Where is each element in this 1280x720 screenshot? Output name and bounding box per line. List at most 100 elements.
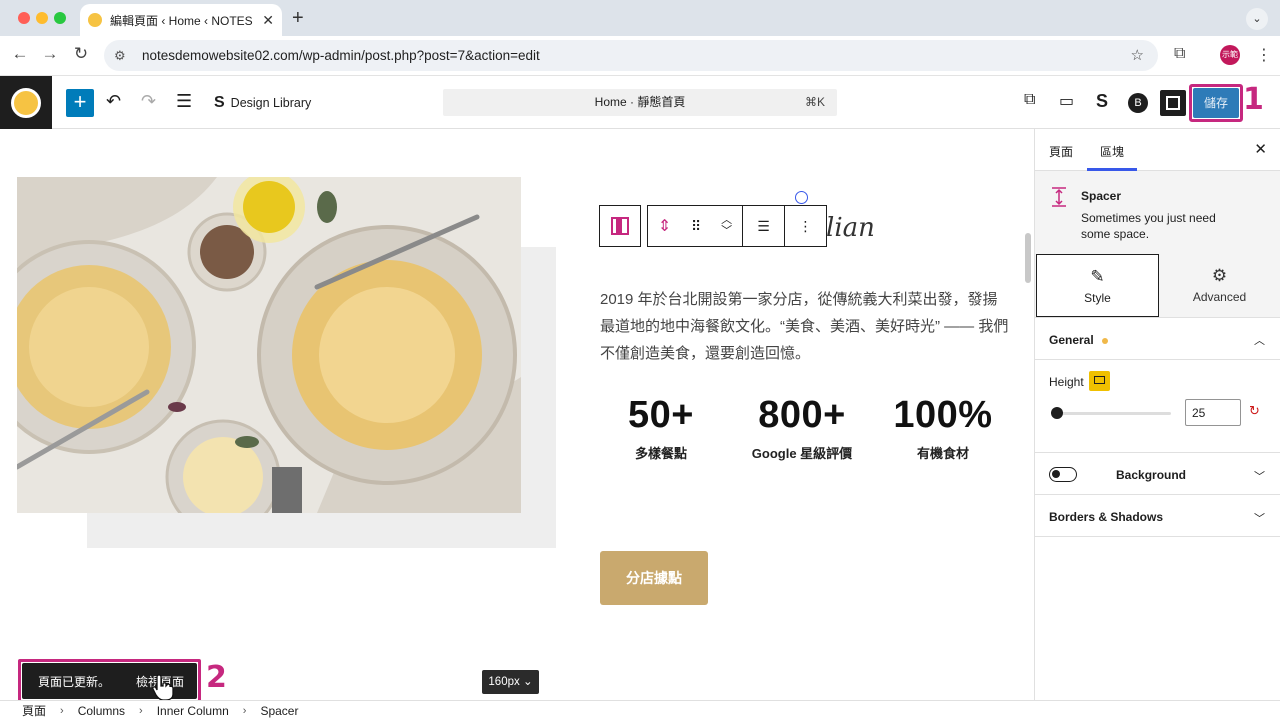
undo-icon[interactable]: ↶ xyxy=(106,91,121,112)
back-arrow-icon[interactable]: ← xyxy=(8,44,32,64)
stackable-settings-icon[interactable]: S xyxy=(1096,91,1108,112)
height-input[interactable] xyxy=(1185,399,1241,426)
height-slider-track[interactable] xyxy=(1055,412,1171,415)
block-align-button[interactable]: ☰ xyxy=(742,205,785,247)
spacer-block-icon xyxy=(1052,187,1066,207)
tab-advanced-label: Advanced xyxy=(1192,290,1247,304)
site-logo-button[interactable] xyxy=(0,76,52,129)
intro-paragraph[interactable]: 2019 年於台北開設第一家分店，從傳統義大利菜出發，發揚最道地的地中海餐飲文化… xyxy=(600,286,1010,367)
tab-block[interactable]: 區塊 xyxy=(1100,143,1124,160)
tab-style[interactable]: ✎ Style xyxy=(1036,254,1159,317)
canvas-scrollbar[interactable] xyxy=(1025,233,1031,283)
background-toggle[interactable] xyxy=(1049,467,1077,482)
breadcrumb-item[interactable]: Columns xyxy=(78,704,125,718)
tab-advanced[interactable]: ⚙ Advanced xyxy=(1158,254,1280,318)
hand-cursor-icon xyxy=(152,674,174,700)
chevron-right-icon: › xyxy=(242,704,247,717)
stat-dishes[interactable]: 50+ 多樣餐點 xyxy=(581,394,741,462)
more-options-icon: ⋮ xyxy=(798,217,813,234)
breadcrumb-item[interactable]: 頁面 xyxy=(22,702,46,719)
gear-icon: ⚙ xyxy=(1211,266,1228,285)
borders-panel-label: Borders & Shadows xyxy=(1049,510,1164,524)
borders-panel-header[interactable]: Borders & Shadows ﹀ xyxy=(1035,495,1280,537)
block-card: Spacer Sometimes you just need some spac… xyxy=(1035,171,1280,254)
extensions-icon[interactable]: ⧉ xyxy=(1174,45,1185,63)
breadcrumb-item[interactable]: Inner Column xyxy=(157,704,229,718)
block-options-button[interactable]: ⋮ xyxy=(784,205,827,247)
stackable-logo-icon: S xyxy=(214,94,225,111)
new-tab-icon[interactable]: + xyxy=(292,7,304,30)
editor-top-bar: + ↶ ↷ ☰ S Design Library Home · 靜態首頁 ⌘K … xyxy=(0,76,1280,129)
sidebar-tabs: 頁面 區塊 ✕ xyxy=(1035,129,1280,171)
document-title: Home · 靜態首頁 xyxy=(594,95,686,109)
blocksy-icon[interactable]: B xyxy=(1128,93,1148,113)
background-panel-label: Background xyxy=(1116,468,1187,482)
tab-style-label: Style xyxy=(1084,291,1111,305)
pasta-photo[interactable] xyxy=(17,177,521,513)
close-window-button[interactable] xyxy=(18,12,30,24)
minimize-window-button[interactable] xyxy=(36,12,48,24)
block-description: Sometimes you just need some space. xyxy=(1081,211,1216,241)
browser-tab-strip: 編輯頁面 ‹ Home ‹ NOTES Ital ✕ + ⌄ xyxy=(0,0,1280,36)
drag-handle-icon[interactable]: ⠿ xyxy=(691,218,701,235)
redo-icon[interactable]: ↷ xyxy=(141,91,156,112)
block-inserter-button[interactable]: + xyxy=(66,89,94,117)
spacer-size-chip[interactable]: 160px ⌄ xyxy=(482,670,539,694)
chevron-down-icon: ﹀ xyxy=(1254,513,1265,525)
bookmark-star-icon[interactable]: ☆ xyxy=(1131,46,1144,64)
block-breadcrumb: 頁面 › Columns › Inner Column › Spacer xyxy=(0,700,1280,720)
close-sidebar-icon[interactable]: ✕ xyxy=(1254,140,1267,158)
close-tab-icon[interactable]: ✕ xyxy=(262,12,274,29)
responsive-device-icon[interactable] xyxy=(1089,371,1110,391)
reset-icon[interactable]: ↻ xyxy=(1249,403,1260,419)
breadcrumb-item[interactable]: Spacer xyxy=(260,704,298,718)
move-up-down-icon[interactable]: ︿ ﹀ xyxy=(721,215,732,237)
spacer-block-icon[interactable]: ⇕ xyxy=(658,216,671,236)
site-favicon-icon xyxy=(88,13,102,27)
height-label: Height xyxy=(1049,375,1084,389)
settings-sidebar-toggle-icon[interactable] xyxy=(1160,90,1186,116)
editor-canvas[interactable]: ⇕ ⠿ ︿ ﹀ ☰ ⋮ lian 2019 年於台北開設第一家分店，從傳統義大利菜… xyxy=(0,129,1022,700)
stat-label: 有機食材 xyxy=(916,446,969,461)
site-settings-icon[interactable]: ⚙ xyxy=(114,48,130,64)
design-library-button[interactable]: S Design Library xyxy=(214,94,311,112)
annotation-badge-1: 1 xyxy=(1243,82,1264,117)
general-panel-header[interactable]: General ︿ xyxy=(1035,318,1280,360)
stat-label: 多樣餐點 xyxy=(634,446,687,461)
stat-organic[interactable]: 100% 有機食材 xyxy=(863,394,1022,462)
stat-number: 50+ xyxy=(628,394,694,436)
chevron-down-icon: ﹀ xyxy=(1254,471,1265,483)
tab-search-chevron-icon[interactable]: ⌄ xyxy=(1246,8,1268,30)
branch-locations-button[interactable]: 分店據點 xyxy=(600,551,708,605)
chevron-down-icon: ⌄ xyxy=(522,676,533,688)
block-toolbar: ⇕ ⠿ ︿ ﹀ ☰ ⋮ xyxy=(599,205,827,247)
command-shortcut: ⌘K xyxy=(804,95,825,109)
chevron-right-icon: › xyxy=(139,704,143,717)
stat-reviews[interactable]: 800+ Google 星級評價 xyxy=(722,394,882,462)
browser-tab[interactable]: 編輯頁面 ‹ Home ‹ NOTES Ital ✕ xyxy=(80,4,282,36)
column-block-icon xyxy=(611,217,629,235)
device-preview-icon[interactable]: ▭ xyxy=(1059,91,1074,111)
annotation-badge-2: 2 xyxy=(206,660,227,695)
general-panel-label: General xyxy=(1049,333,1094,347)
zoom-window-button[interactable] xyxy=(54,12,66,24)
spacer-resize-handle[interactable] xyxy=(795,191,808,204)
profile-avatar[interactable]: 示範 xyxy=(1220,45,1240,65)
modified-indicator-dot xyxy=(1101,337,1108,344)
browser-menu-icon[interactable]: ⋮ xyxy=(1256,45,1272,65)
address-bar[interactable]: ⚙ notesdemowebsite02.com/wp-admin/post.p… xyxy=(104,40,1158,71)
forward-arrow-icon[interactable]: → xyxy=(38,44,62,64)
stat-number: 800+ xyxy=(758,394,846,436)
view-page-external-icon[interactable]: ⧉ xyxy=(1024,91,1035,109)
command-palette-bar[interactable]: Home · 靜態首頁 ⌘K xyxy=(443,89,837,116)
chevron-right-icon: › xyxy=(60,704,64,717)
align-icon: ☰ xyxy=(757,217,770,234)
parent-block-button[interactable] xyxy=(599,205,641,247)
tab-title: 編輯頁面 ‹ Home ‹ NOTES Ital xyxy=(110,13,257,28)
spacer-size-label: 160px xyxy=(488,676,520,688)
reload-icon[interactable]: ↻ xyxy=(69,44,93,64)
document-overview-icon[interactable]: ☰ xyxy=(176,91,192,112)
script-heading[interactable]: lian xyxy=(826,213,875,243)
chevron-up-icon: ︿ xyxy=(1254,335,1265,347)
tab-page[interactable]: 頁面 xyxy=(1049,143,1073,160)
